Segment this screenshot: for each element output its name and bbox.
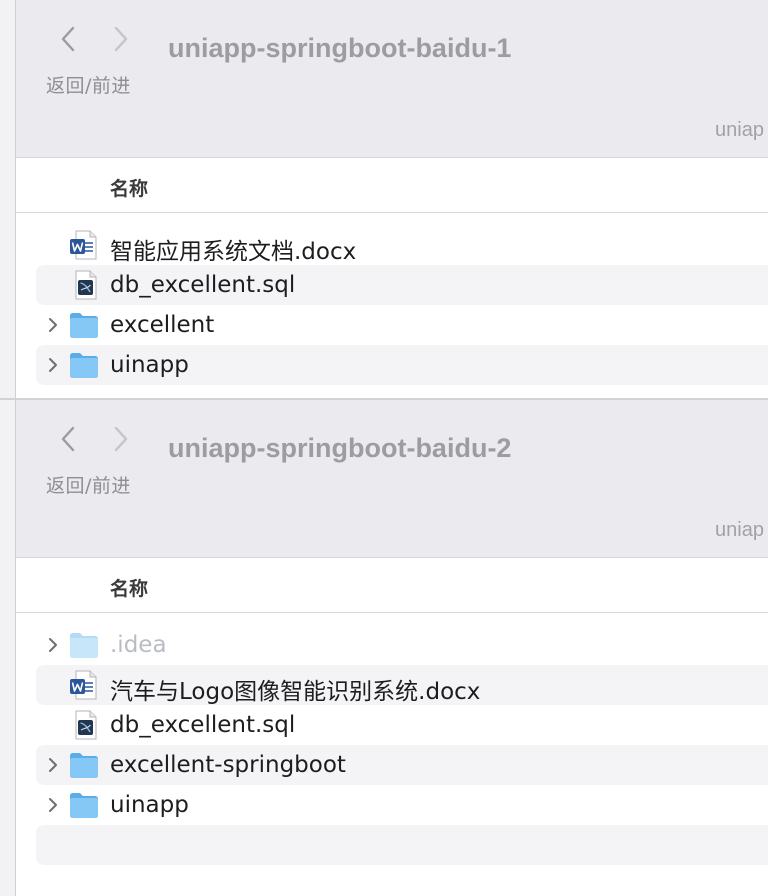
file-row[interactable]: db_excellent.sql	[16, 705, 768, 745]
disclosure-triangle-icon[interactable]	[46, 636, 60, 654]
sql-file-icon	[75, 270, 97, 300]
name-column-header[interactable]: 名称	[110, 174, 148, 201]
back-button[interactable]	[54, 22, 84, 56]
file-name: db_excellent.sql	[110, 272, 296, 298]
path-label: uniap	[715, 519, 764, 541]
folder-icon	[70, 313, 98, 338]
folder-icon	[70, 633, 98, 658]
empty-row	[16, 825, 768, 865]
window-edge	[0, 0, 16, 896]
word-doc-icon	[70, 670, 97, 700]
chevron-right-icon	[114, 426, 128, 452]
folder-row[interactable]: excellent-springboot	[16, 745, 768, 785]
folder-icon	[70, 793, 98, 818]
finder-window-1: 返回/前进 uniapp-springboot-baidu-1 uniap 名称…	[16, 0, 768, 398]
sql-file-icon	[75, 710, 97, 740]
file-name: db_excellent.sql	[110, 712, 296, 738]
folder-name: excellent-springboot	[110, 752, 346, 778]
word-doc-icon	[70, 230, 97, 260]
back-button[interactable]	[54, 422, 84, 456]
chevron-left-icon	[61, 26, 75, 52]
window-title: uniapp-springboot-baidu-1	[168, 33, 512, 63]
forward-button[interactable]	[106, 422, 136, 456]
toolbar: 返回/前进 uniapp-springboot-baidu-2 uniap	[16, 400, 768, 558]
name-column-header[interactable]: 名称	[110, 574, 148, 601]
folder-name: uinapp	[110, 352, 189, 378]
toolbar: 返回/前进 uniapp-springboot-baidu-1 uniap	[16, 0, 768, 158]
finder-window-2: 返回/前进 uniapp-springboot-baidu-2 uniap 名称…	[16, 400, 768, 896]
file-row[interactable]: db_excellent.sql	[16, 265, 768, 305]
folder-row[interactable]: .idea	[16, 625, 768, 665]
nav-caption: 返回/前进	[46, 475, 131, 497]
disclosure-triangle-icon[interactable]	[46, 796, 60, 814]
file-list: .idea 汽车与Logo图像智能识别系统.docx db_excellent.…	[16, 625, 768, 865]
path-label: uniap	[715, 119, 764, 141]
file-name: 汽车与Logo图像智能识别系统.docx	[110, 679, 481, 705]
chevron-right-icon	[114, 26, 128, 52]
column-header-row: 名称	[16, 158, 768, 213]
nav-caption: 返回/前进	[46, 75, 131, 97]
chevron-left-icon	[61, 426, 75, 452]
folder-name: uinapp	[110, 792, 189, 818]
file-row[interactable]: 智能应用系统文档.docx	[16, 225, 768, 265]
folder-icon	[70, 753, 98, 778]
window-title: uniapp-springboot-baidu-2	[168, 433, 512, 463]
file-list: 智能应用系统文档.docx db_excellent.sql excellent	[16, 225, 768, 385]
file-row[interactable]: 汽车与Logo图像智能识别系统.docx	[16, 665, 768, 705]
column-header-row: 名称	[16, 558, 768, 613]
forward-button[interactable]	[106, 22, 136, 56]
folder-row[interactable]: uinapp	[16, 785, 768, 825]
disclosure-triangle-icon[interactable]	[46, 356, 60, 374]
folder-name: .idea	[110, 632, 167, 658]
folder-row[interactable]: uinapp	[16, 345, 768, 385]
disclosure-triangle-icon[interactable]	[46, 316, 60, 334]
file-name: 智能应用系统文档.docx	[110, 239, 357, 265]
disclosure-triangle-icon[interactable]	[46, 756, 60, 774]
folder-icon	[70, 353, 98, 378]
folder-name: excellent	[110, 312, 215, 338]
folder-row[interactable]: excellent	[16, 305, 768, 345]
